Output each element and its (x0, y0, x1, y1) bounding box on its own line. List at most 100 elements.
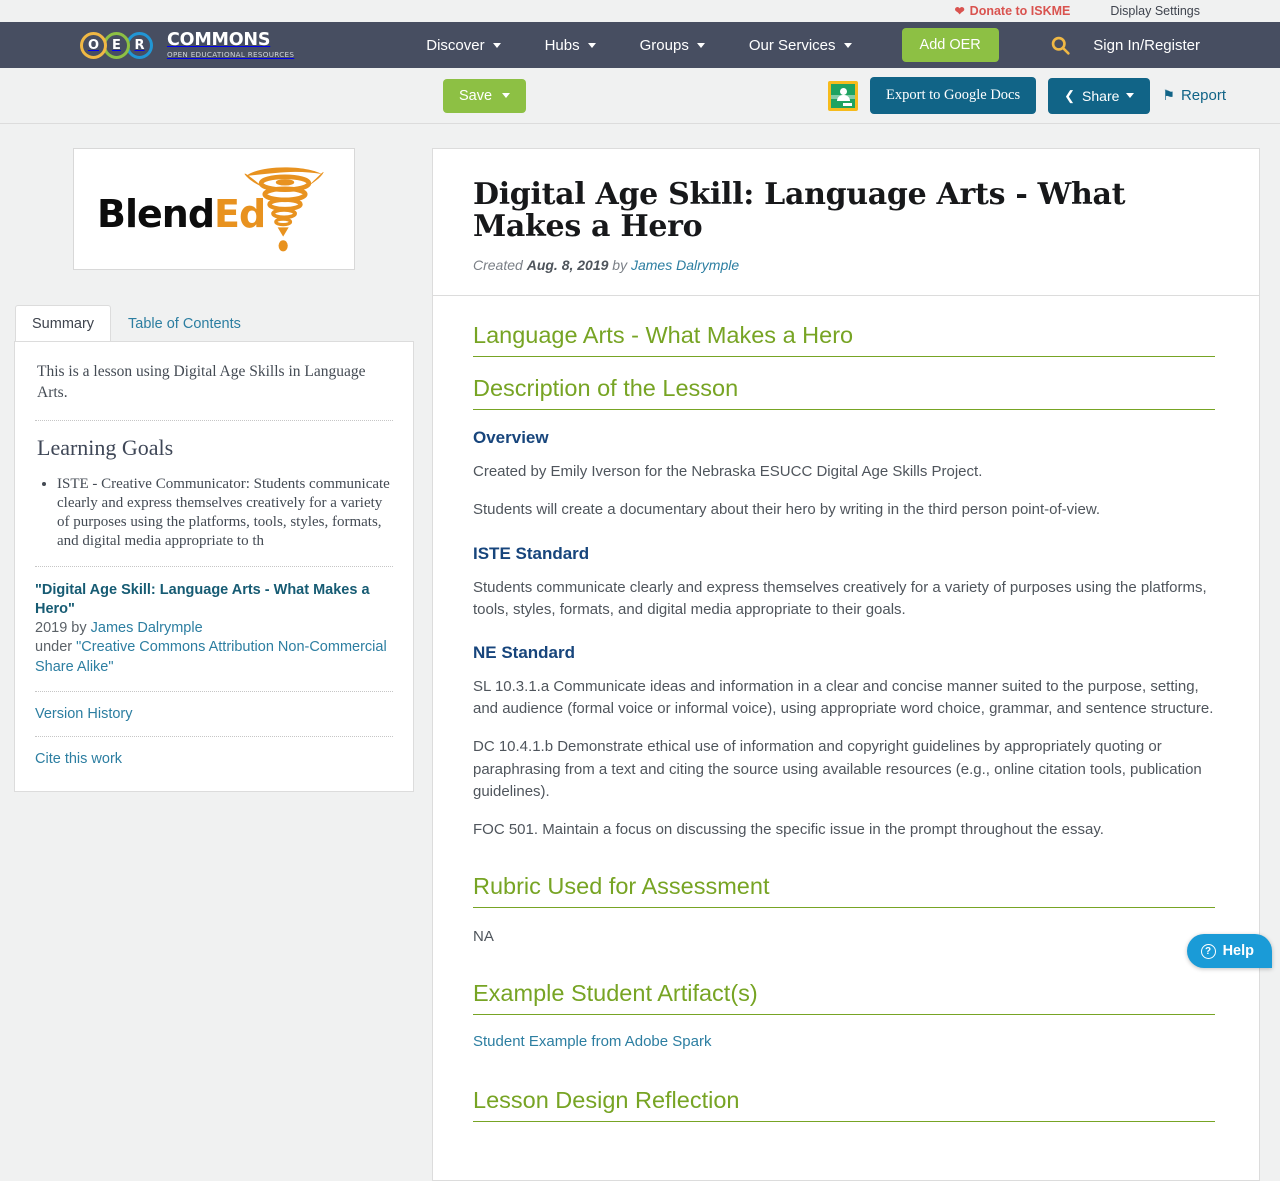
byline-date: Aug. 8, 2019 (526, 257, 609, 274)
attribution-year: 2019 by (35, 620, 91, 637)
overview-paragraph-1: Created by Emily Iverson for the Nebrask… (473, 463, 983, 481)
nav-item-groups-label: Groups (639, 36, 689, 54)
logo-brand: COMMONS (167, 29, 271, 50)
overview-paragraph-2: Students will create a documentary about… (473, 501, 1100, 519)
page-body: BlendEd Summary Table of Contents This i… (0, 124, 1280, 1181)
chevron-down-icon (587, 42, 596, 48)
display-settings-link[interactable]: Display Settings (1110, 4, 1200, 18)
flag-icon: ⚑ (1162, 87, 1175, 103)
help-button-label: Help (1222, 943, 1254, 959)
resource-content-card: Digital Age Skill: Language Arts - What … (432, 148, 1260, 1181)
question-mark-circle-icon: ? (1200, 943, 1216, 959)
nav-item-discover-label: Discover (426, 36, 485, 54)
logo-wordmark: COMMONS OPEN EDUCATIONAL RESOURCES (167, 29, 295, 60)
logo-letter-e: E (103, 31, 130, 59)
divider (35, 419, 393, 421)
share-button[interactable]: ❮ Share (1048, 77, 1151, 114)
google-classroom-foot (843, 102, 853, 106)
section-heading-language-arts: Language Arts - What Makes a Hero (473, 322, 1215, 358)
list-item: ISTE - Creative Communicator: Students c… (57, 475, 393, 552)
logo-circles: O E R (80, 31, 153, 59)
section-heading-artifact: Example Student Artifact(s) (473, 980, 1215, 1016)
action-right-group: Export to Google Docs ❮ Share ⚑ Report (828, 77, 1280, 114)
byline: Created Aug. 8, 2019 by James Dalrymple (473, 257, 1219, 273)
nav-item-our-services[interactable]: Our Services (727, 37, 874, 54)
resource-thumbnail: BlendEd (73, 148, 355, 270)
learning-goals-list: ISTE - Creative Communicator: Students c… (35, 475, 393, 552)
attribution-block: "Digital Age Skill: Language Arts - What… (35, 581, 393, 677)
section-heading-description: Description of the Lesson (473, 375, 1215, 411)
tab-summary[interactable]: Summary (15, 305, 112, 342)
add-oer-button[interactable]: Add OER (901, 28, 999, 62)
ne-paragraph-3: FOC 501. Maintain a focus on discussing … (473, 820, 1104, 838)
search-icon[interactable] (1050, 35, 1071, 56)
summary-text: This is a lesson using Digital Age Skill… (37, 363, 366, 401)
utility-bar: ❤ Donate to ISKME Display Settings (0, 0, 1280, 22)
attribution-under-label: under (35, 639, 77, 656)
logo-tagline: OPEN EDUCATIONAL RESOURCES (167, 50, 295, 60)
oer-commons-logo[interactable]: O E R COMMONS OPEN EDUCATIONAL RESOURCES (80, 29, 295, 60)
nav-right-group: Sign In/Register (1050, 35, 1260, 56)
byline-by-label: by (612, 257, 628, 274)
share-icon: ❮ (1064, 87, 1076, 103)
donate-link[interactable]: ❤ Donate to ISKME (955, 4, 1071, 18)
nav-links: Discover Hubs Groups Our Services Add OE… (404, 28, 999, 62)
cite-this-work-link[interactable]: Cite this work (35, 751, 393, 767)
tab-table-of-contents[interactable]: Table of Contents (111, 305, 258, 342)
blended-logo: BlendEd (89, 159, 339, 259)
google-classroom-icon[interactable] (828, 80, 859, 111)
subheading-iste-standard: ISTE Standard (473, 543, 590, 563)
sidebar-tabs: Summary Table of Contents (14, 304, 414, 342)
page-title: Digital Age Skill: Language Arts - What … (473, 177, 1126, 245)
learning-goals-title: Learning Goals (37, 434, 174, 460)
chevron-down-icon (502, 93, 511, 98)
sidebar-panel: This is a lesson using Digital Age Skill… (14, 341, 414, 792)
report-link[interactable]: ⚑ Report (1162, 87, 1226, 104)
sidebar: BlendEd Summary Table of Contents This i… (14, 148, 414, 1181)
action-toolbar: Save Export to Google Docs ❮ Share ⚑ Rep… (0, 68, 1280, 124)
donate-label: Donate to ISKME (969, 4, 1071, 18)
save-button-label: Save (459, 87, 493, 104)
subheading-ne-standard: NE Standard (473, 642, 576, 662)
main-navigation: O E R COMMONS OPEN EDUCATIONAL RESOURCES… (0, 22, 1280, 68)
report-label: Report (1180, 87, 1226, 104)
google-classroom-person (839, 87, 847, 95)
chevron-down-icon (696, 42, 705, 48)
blended-black-text: Blend (97, 192, 215, 236)
version-history-link[interactable]: Version History (35, 706, 393, 722)
help-button[interactable]: ? Help (1186, 934, 1272, 968)
logo-letter-r: R (126, 31, 153, 59)
content-header: Digital Age Skill: Language Arts - What … (433, 149, 1259, 295)
iste-paragraph: Students communicate clearly and express… (473, 578, 1207, 618)
sign-in-register-link[interactable]: Sign In/Register (1093, 37, 1200, 54)
chevron-down-icon (492, 42, 501, 48)
google-classroom-body (836, 94, 850, 101)
save-button[interactable]: Save (443, 78, 527, 113)
attribution-author-link[interactable]: James Dalrymple (91, 620, 203, 636)
divider (35, 736, 393, 737)
content-body: Language Arts - What Makes a Hero Descri… (433, 296, 1259, 1180)
student-example-link[interactable]: Student Example from Adobe Spark (473, 1033, 711, 1050)
export-to-google-docs-button[interactable]: Export to Google Docs (870, 77, 1037, 114)
nav-item-hubs-label: Hubs (544, 36, 580, 54)
tornado-icon (244, 167, 324, 252)
heart-icon: ❤ (954, 4, 965, 18)
ne-paragraph-1: SL 10.3.1.a Communicate ideas and inform… (473, 677, 1214, 718)
byline-author-link[interactable]: James Dalrymple (631, 257, 739, 273)
attribution-title: "Digital Age Skill: Language Arts - What… (35, 581, 370, 617)
section-heading-rubric: Rubric Used for Assessment (473, 873, 1215, 909)
byline-created-label: Created (473, 257, 523, 274)
chevron-down-icon (843, 42, 852, 48)
divider (35, 565, 393, 567)
chevron-down-icon (1126, 93, 1135, 98)
nav-item-our-services-label: Our Services (748, 36, 836, 54)
attribution-license-link[interactable]: "Creative Commons Attribution Non-Commer… (35, 639, 387, 674)
section-heading-reflection: Lesson Design Reflection (473, 1087, 1215, 1123)
divider (35, 691, 393, 692)
nav-item-discover[interactable]: Discover (404, 37, 522, 54)
share-button-label: Share (1082, 87, 1120, 104)
nav-item-groups[interactable]: Groups (618, 37, 727, 54)
subheading-overview: Overview (473, 428, 549, 448)
logo-letter-o: O (80, 31, 107, 59)
nav-item-hubs[interactable]: Hubs (523, 37, 618, 54)
